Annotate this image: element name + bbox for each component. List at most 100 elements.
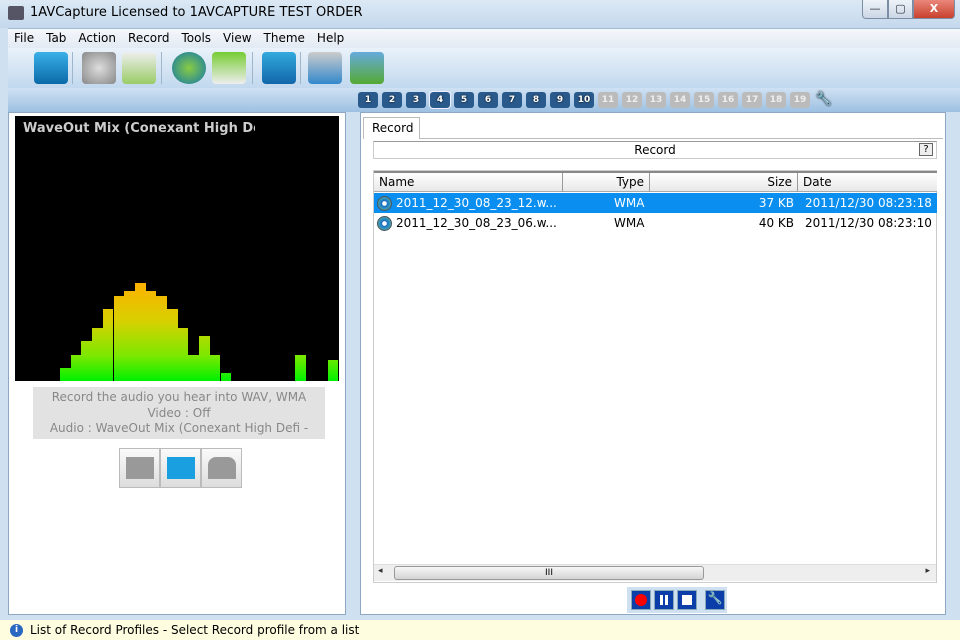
menu-tools[interactable]: Tools <box>175 29 217 47</box>
menu-action[interactable]: Action <box>72 29 122 47</box>
info-icon: i <box>10 624 23 637</box>
upload-globe-icon[interactable] <box>172 52 206 84</box>
profile-tab-12: 12 <box>622 92 642 108</box>
profile-settings-wrench-icon[interactable]: 🔧 <box>814 92 834 108</box>
record-controls: 🔧 <box>627 587 727 613</box>
help-button[interactable]: ? <box>919 143 933 156</box>
camera-icon <box>126 457 154 479</box>
profile-tab-15: 15 <box>694 92 714 108</box>
column-date[interactable]: Date <box>798 173 937 192</box>
file-size: 37 KB <box>758 196 794 210</box>
close-button[interactable]: X <box>913 0 955 19</box>
file-type: WMA <box>614 216 645 230</box>
manual-book-icon[interactable] <box>122 52 156 84</box>
profile-tab-6[interactable]: 6 <box>478 92 498 108</box>
list-header: Name Type Size Date <box>374 171 937 192</box>
left-panel: WaveOut Mix (Conexant High Definition Au… <box>8 112 346 615</box>
profile-tab-9[interactable]: 9 <box>550 92 570 108</box>
column-type[interactable]: Type <box>563 173 650 192</box>
pause-icon <box>660 595 668 605</box>
screen-capture-button[interactable] <box>160 448 201 488</box>
level-bar <box>60 367 71 381</box>
profile-tab-19: 19 <box>790 92 810 108</box>
webcam-capture-button[interactable] <box>119 448 160 488</box>
stop-icon <box>682 595 692 605</box>
profile-tab-3[interactable]: 3 <box>406 92 426 108</box>
tab-record[interactable]: Record <box>363 117 420 139</box>
device-icon <box>208 457 236 479</box>
audio-source-label: WaveOut Mix (Conexant High Definition Au… <box>23 121 255 136</box>
record-settings-button[interactable]: 🔧 <box>705 590 725 610</box>
right-panel: Record Record ? Name Type Size Date 2011… <box>360 112 946 615</box>
profile-tab-10[interactable]: 10 <box>574 92 594 108</box>
status-bar: i List of Record Profiles - Select Recor… <box>0 620 960 640</box>
level-bar <box>70 354 82 381</box>
toolbar-divider <box>300 52 301 84</box>
toolbar-divider <box>161 52 162 84</box>
file-row[interactable]: 2011_12_30_08_23_06.w... WMA 40 KB 2011/… <box>374 213 937 233</box>
status-text: List of Record Profiles - Select Record … <box>30 623 360 637</box>
minimize-button[interactable]: — <box>862 0 888 19</box>
level-bar <box>188 354 200 381</box>
output-tray-icon[interactable] <box>350 52 384 84</box>
file-row[interactable]: 2011_12_30_08_23_12.w... WMA 37 KB 2011/… <box>374 193 937 213</box>
screen-profile-icon[interactable] <box>262 52 296 84</box>
panel-header: Record ? <box>373 141 937 159</box>
profile-tab-2[interactable]: 2 <box>382 92 402 108</box>
column-size[interactable]: Size <box>650 173 798 192</box>
email-icon[interactable] <box>212 52 246 84</box>
file-name: 2011_12_30_08_23_06.w... <box>396 216 557 230</box>
wrench-icon: 🔧 <box>707 591 723 605</box>
profile-tab-7[interactable]: 7 <box>502 92 522 108</box>
scroll-left-arrow[interactable]: ◂ <box>378 566 383 576</box>
audio-visualizer: WaveOut Mix (Conexant High Definition Au… <box>15 116 339 381</box>
level-bar <box>134 282 146 381</box>
menu-record[interactable]: Record <box>122 29 175 47</box>
settings-gears-icon[interactable] <box>82 52 116 84</box>
help-book-icon[interactable] <box>34 52 68 84</box>
info-video: Video : Off <box>147 405 211 420</box>
menu-file[interactable]: File <box>8 29 40 47</box>
level-bar <box>156 296 167 381</box>
window-title: 1AVCapture Licensed to 1AVCAPTURE TEST O… <box>30 5 363 20</box>
level-bar <box>295 354 307 381</box>
level-bar <box>220 373 232 381</box>
level-bar <box>209 354 221 381</box>
horizontal-scrollbar[interactable]: ◂ III ▸ <box>374 564 936 581</box>
profile-tab-18: 18 <box>766 92 786 108</box>
menu-help[interactable]: Help <box>311 29 350 47</box>
profile-tab-4[interactable]: 4 <box>429 91 451 109</box>
column-name[interactable]: Name <box>374 173 563 192</box>
profile-tab-1[interactable]: 1 <box>358 92 378 108</box>
file-type: WMA <box>614 196 645 210</box>
toolbar <box>8 48 960 88</box>
capture-mode-buttons <box>119 448 242 488</box>
menu-view[interactable]: View <box>217 29 257 47</box>
scroll-right-arrow[interactable]: ▸ <box>925 566 930 576</box>
audio-file-icon <box>377 216 392 231</box>
level-bar <box>124 290 135 381</box>
profile-tab-13: 13 <box>646 92 666 108</box>
file-name: 2011_12_30_08_23_12.w... <box>396 196 557 210</box>
scroll-thumb[interactable]: III <box>394 566 704 580</box>
maximize-button[interactable]: ▢ <box>888 0 913 19</box>
audio-capture-button[interactable] <box>201 448 242 488</box>
menu-theme[interactable]: Theme <box>258 29 311 47</box>
pause-button[interactable] <box>654 590 674 610</box>
profile-tab-14: 14 <box>670 92 690 108</box>
level-bar <box>199 335 210 381</box>
stop-button[interactable] <box>677 590 697 610</box>
profile-info: Record the audio you hear into WAV, WMA … <box>33 387 325 439</box>
profile-tab-16: 16 <box>718 92 738 108</box>
profile-tab-8[interactable]: 8 <box>526 92 546 108</box>
menu-tab[interactable]: Tab <box>40 29 72 47</box>
media-convert-icon[interactable] <box>308 52 342 84</box>
file-date: 2011/12/30 08:23:10 <box>805 216 932 230</box>
level-bar <box>92 328 103 381</box>
level-bar <box>102 309 114 381</box>
record-button[interactable] <box>631 590 651 610</box>
app-icon <box>8 6 24 20</box>
menu-bar: File Tab Action Record Tools View Theme Help <box>8 28 960 48</box>
info-description: Record the audio you hear into WAV, WMA <box>51 390 307 404</box>
profile-tab-5[interactable]: 5 <box>454 92 474 108</box>
